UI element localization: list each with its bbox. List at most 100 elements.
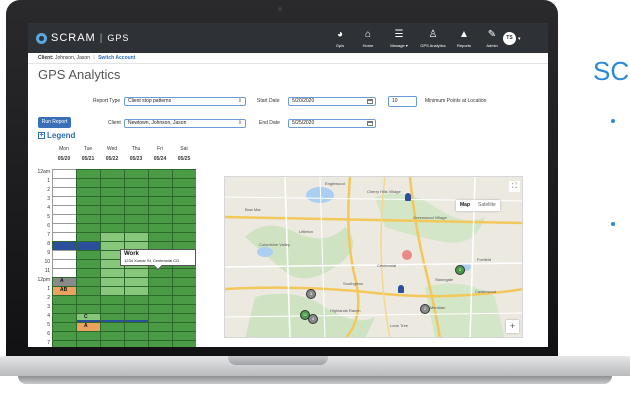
calendar-cell[interactable] — [172, 331, 196, 340]
nav-manage[interactable]: ☰ Manage ▾ — [382, 23, 416, 53]
calendar-cell[interactable] — [148, 304, 172, 313]
calendar-cell[interactable] — [148, 196, 172, 205]
calendar-cell[interactable]: C — [76, 313, 101, 322]
map-pin-icon[interactable] — [398, 285, 404, 293]
calendar-cell[interactable] — [172, 196, 196, 205]
calendar-cell[interactable] — [172, 214, 196, 223]
calendar-cell[interactable] — [124, 205, 148, 214]
calendar-cell[interactable] — [172, 286, 196, 295]
calendar-cell[interactable] — [100, 196, 124, 205]
calendar-cell[interactable] — [148, 277, 172, 286]
nav-admin[interactable]: ✎ Admin — [478, 23, 506, 53]
calendar-cell[interactable] — [52, 196, 76, 205]
calendar-cell[interactable] — [52, 205, 76, 214]
calendar-cell[interactable] — [148, 223, 172, 232]
calendar-cell[interactable] — [124, 169, 148, 178]
nav-gps-analytics[interactable]: ♙ GPS Analytics — [416, 23, 450, 53]
calendar-cell[interactable] — [76, 241, 100, 250]
calendar-cell[interactable]: A — [76, 322, 100, 331]
legend-toggle[interactable]: + Legend — [38, 131, 75, 140]
map-pin-icon[interactable] — [405, 193, 411, 201]
calendar-cell[interactable] — [124, 304, 148, 313]
calendar-cell[interactable] — [100, 304, 124, 313]
calendar-cell[interactable] — [124, 214, 148, 223]
calendar-cell[interactable] — [172, 322, 196, 331]
calendar-cell[interactable] — [76, 196, 100, 205]
calendar-cell[interactable] — [148, 169, 172, 178]
calendar-cell[interactable] — [52, 259, 76, 268]
calendar-cell[interactable] — [76, 331, 100, 340]
zoom-in-button[interactable]: + — [506, 320, 519, 333]
calendar-cell[interactable] — [76, 205, 100, 214]
map-marker[interactable]: 2 — [420, 304, 430, 314]
calendar-cell[interactable] — [172, 187, 196, 196]
calendar-cell[interactable] — [100, 331, 124, 340]
calendar-cell[interactable] — [52, 304, 76, 313]
calendar-cell[interactable] — [76, 340, 100, 347]
calendar-cell[interactable] — [124, 268, 148, 277]
calendar-icon[interactable] — [367, 121, 373, 126]
calendar-cell[interactable] — [100, 232, 124, 241]
calendar-cell[interactable] — [52, 178, 76, 187]
calendar-cell[interactable] — [100, 340, 124, 347]
calendar-cell[interactable] — [172, 295, 196, 304]
calendar-cell[interactable] — [100, 295, 124, 304]
calendar-cell[interactable] — [100, 286, 124, 295]
calendar-cell[interactable] — [52, 268, 76, 277]
calendar-cell[interactable] — [172, 313, 196, 322]
calendar-cell[interactable] — [124, 331, 148, 340]
calendar-cell[interactable] — [124, 232, 148, 241]
calendar-cell[interactable] — [148, 295, 172, 304]
calendar-cell[interactable] — [172, 232, 196, 241]
calendar-cell[interactable] — [124, 187, 148, 196]
calendar-cell[interactable] — [148, 286, 172, 295]
calendar-cell[interactable] — [52, 241, 76, 250]
calendar-cell[interactable] — [124, 295, 148, 304]
calendar-cell[interactable] — [52, 169, 76, 178]
calendar-cell[interactable] — [52, 214, 76, 223]
map-marker[interactable]: 4 — [308, 314, 318, 324]
calendar-cell[interactable] — [100, 313, 125, 322]
calendar-cell[interactable] — [52, 331, 76, 340]
calendar-cell[interactable] — [148, 322, 172, 331]
calendar-cell[interactable] — [124, 277, 148, 286]
calendar-cell[interactable] — [148, 340, 172, 347]
calendar-cell[interactable] — [76, 304, 100, 313]
calendar-cell[interactable] — [76, 214, 100, 223]
nav-home[interactable]: ⌂ Home — [354, 23, 382, 53]
calendar-cell[interactable] — [52, 232, 76, 241]
gps-map[interactable]: Englewood Cherry Hills Village Greenwood… — [224, 176, 523, 338]
calendar-cell[interactable] — [172, 223, 196, 232]
calendar-cell[interactable] — [100, 223, 124, 232]
calendar-cell[interactable] — [52, 313, 76, 322]
calendar-cell[interactable] — [100, 187, 124, 196]
calendar-cell[interactable] — [76, 187, 100, 196]
calendar-cell[interactable] — [76, 232, 100, 241]
calendar-cell[interactable] — [124, 322, 148, 331]
calendar-cell[interactable] — [124, 340, 148, 347]
app-logo[interactable]: SCRAM | GPS — [36, 32, 129, 44]
user-avatar[interactable]: TS — [503, 32, 516, 45]
calendar-cell[interactable] — [172, 277, 196, 286]
calendar-cell[interactable] — [124, 313, 149, 322]
calendar-cell[interactable] — [76, 259, 100, 268]
calendar-cell[interactable] — [172, 205, 196, 214]
run-report-button[interactable]: Run Report — [38, 117, 71, 128]
calendar-cell[interactable] — [100, 169, 124, 178]
fullscreen-icon[interactable]: ⛶ — [509, 181, 520, 192]
calendar-cell[interactable] — [100, 178, 124, 187]
calendar-cell[interactable] — [148, 268, 172, 277]
calendar-cell[interactable] — [76, 268, 100, 277]
calendar-cell[interactable] — [148, 187, 172, 196]
calendar-cell[interactable] — [76, 295, 100, 304]
calendar-cell[interactable] — [76, 250, 100, 259]
report-type-select[interactable]: Client stop patterns ⇕ — [124, 97, 246, 106]
calendar-cell[interactable] — [100, 268, 124, 277]
calendar-cell[interactable] — [100, 205, 124, 214]
calendar-cell[interactable] — [52, 187, 76, 196]
client-select[interactable]: Newtown, Johnson, Jason ⇕ — [124, 119, 246, 128]
calendar-cell[interactable] — [148, 331, 172, 340]
calendar-cell[interactable] — [148, 178, 172, 187]
min-points-input[interactable]: 10 — [388, 96, 417, 107]
calendar-cell[interactable] — [148, 205, 172, 214]
